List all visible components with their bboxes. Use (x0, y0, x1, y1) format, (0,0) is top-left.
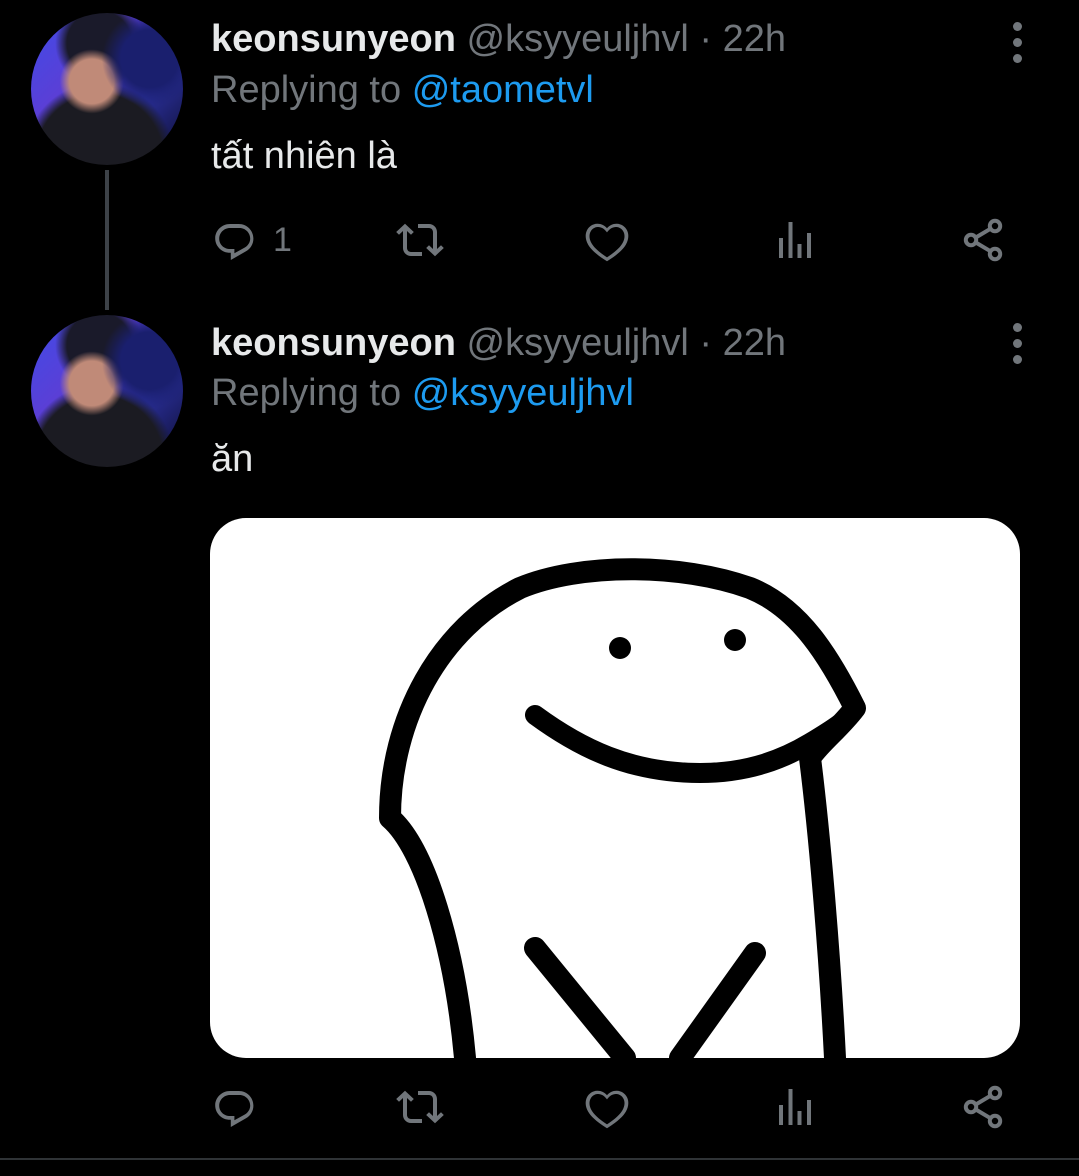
tweet-header: keonsunyeon @ksyyeuljhvl · 22h (211, 16, 786, 62)
display-name[interactable]: keonsunyeon (211, 322, 456, 364)
replying-to-mention[interactable]: @taometvl (412, 69, 594, 111)
action-bar: 1 (211, 215, 1031, 265)
avatar[interactable] (31, 315, 183, 467)
like-button[interactable] (583, 1082, 631, 1132)
bottom-divider (0, 1158, 1079, 1160)
retweet-icon (396, 223, 444, 257)
separator-dot: · (699, 18, 713, 60)
share-button[interactable] (959, 215, 1007, 265)
share-icon (963, 1085, 1003, 1129)
retweet-icon (396, 1090, 444, 1124)
tweet[interactable]: keonsunyeon @ksyyeuljhvl · 22h Replying … (0, 0, 1079, 310)
replying-to-mention[interactable]: @ksyyeuljhvl (412, 372, 634, 414)
tweet-text: ăn (211, 438, 254, 480)
user-handle[interactable]: @ksyyeuljhvl (467, 322, 689, 364)
heart-icon (585, 1090, 629, 1129)
reply-count: 1 (273, 220, 292, 259)
avatar[interactable] (31, 13, 183, 165)
action-bar (211, 1082, 1031, 1132)
more-vertical-icon (1012, 323, 1022, 332)
replying-to-label: Replying to (211, 69, 402, 111)
timestamp[interactable]: 22h (723, 18, 786, 60)
analytics-icon (779, 222, 811, 258)
analytics-button[interactable] (771, 215, 819, 265)
more-options-button[interactable] (1006, 323, 1028, 364)
more-options-button[interactable] (1006, 22, 1028, 63)
replying-to-label: Replying to (211, 372, 402, 414)
like-button[interactable] (583, 215, 631, 265)
display-name[interactable]: keonsunyeon (211, 18, 456, 60)
meme-drawing-image (379, 558, 866, 1058)
reply-icon (215, 1091, 254, 1127)
replying-to-line: Replying to @ksyyeuljhvl (211, 370, 634, 416)
user-handle[interactable]: @ksyyeuljhvl (467, 18, 689, 60)
reply-button[interactable] (211, 1082, 273, 1132)
timestamp[interactable]: 22h (723, 322, 786, 364)
reply-button[interactable]: 1 (211, 215, 292, 265)
replying-to-line: Replying to @taometvl (211, 67, 594, 113)
analytics-icon (779, 1089, 811, 1125)
thread-connector-line (105, 170, 109, 310)
reply-icon (215, 224, 254, 260)
separator-dot: · (699, 322, 713, 364)
analytics-button[interactable] (771, 1082, 819, 1132)
share-button[interactable] (959, 1082, 1007, 1132)
share-icon (963, 218, 1003, 262)
tweet-media-image[interactable] (210, 518, 1020, 1058)
retweet-button[interactable] (396, 1082, 444, 1132)
tweet-text: tất nhiên là (211, 135, 397, 177)
more-vertical-icon (1012, 22, 1022, 31)
heart-icon (585, 223, 629, 262)
tweet-header: keonsunyeon @ksyyeuljhvl · 22h (211, 320, 786, 366)
retweet-button[interactable] (396, 215, 444, 265)
